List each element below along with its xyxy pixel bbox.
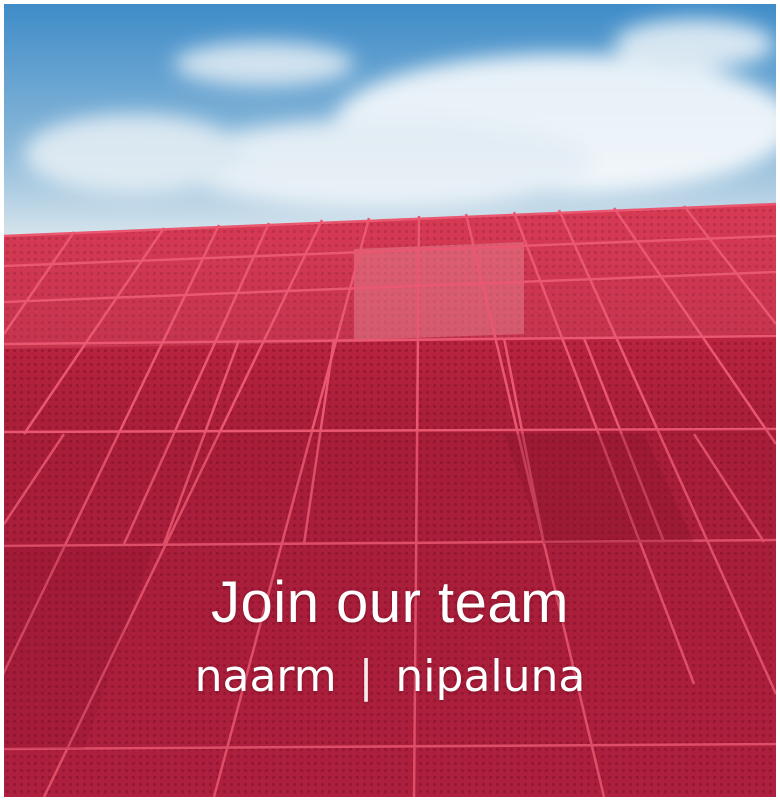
location-nipaluna: nipaluna [395, 651, 586, 702]
open-panels [354, 242, 524, 340]
location-naarm: naarm [194, 651, 337, 702]
location-line: naarm | nipaluna [4, 651, 776, 702]
headline: Join our team [211, 570, 569, 635]
location-separator: | [358, 651, 374, 702]
poster-image: Join our team naarm | nipaluna [4, 4, 776, 797]
